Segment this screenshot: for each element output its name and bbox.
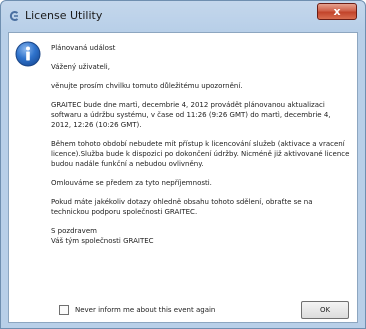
ok-button[interactable]: OK (301, 301, 349, 319)
title-bar[interactable]: License Utility x (1, 1, 365, 31)
message-signature: S pozdravem Váš tým společnosti GRAITEC (51, 226, 351, 246)
license-utility-window: License Utility x Plánovaná událost Váže… (0, 0, 366, 329)
checkbox-box[interactable] (59, 305, 69, 315)
message-maintenance-schedule: GRAITEC bude dne martì, decembrie 4, 201… (51, 101, 331, 129)
never-inform-checkbox[interactable]: Never inform me about this event again (59, 305, 215, 315)
message-heading: Plánovaná událost (51, 44, 116, 52)
info-icon (15, 41, 41, 67)
signature-team: Váš tým společnosti GRAITEC (51, 237, 154, 245)
checkbox-label: Never inform me about this event again (75, 306, 216, 314)
close-icon: x (333, 5, 341, 18)
close-button[interactable]: x (317, 3, 357, 20)
window-title: License Utility (25, 9, 103, 22)
message-body: Plánovaná událost Vážený uživateli, věnu… (51, 43, 351, 246)
message-impact: Během tohoto období nebudete mít přístup… (51, 140, 350, 168)
message-attention: věnujte prosím chvilku tomuto důležitému… (51, 82, 243, 90)
message-greeting: Vážený uživateli, (51, 63, 110, 71)
message-support: Pokud máte jakékoliv dotazy ohledně obsa… (51, 198, 313, 216)
dialog-content: Plánovaná událost Vážený uživateli, věnu… (8, 32, 358, 323)
signature-closing: S pozdravem (51, 227, 97, 235)
message-apology: Omlouváme se předem za tyto nepříjemnost… (51, 179, 212, 187)
license-app-icon (9, 11, 19, 21)
